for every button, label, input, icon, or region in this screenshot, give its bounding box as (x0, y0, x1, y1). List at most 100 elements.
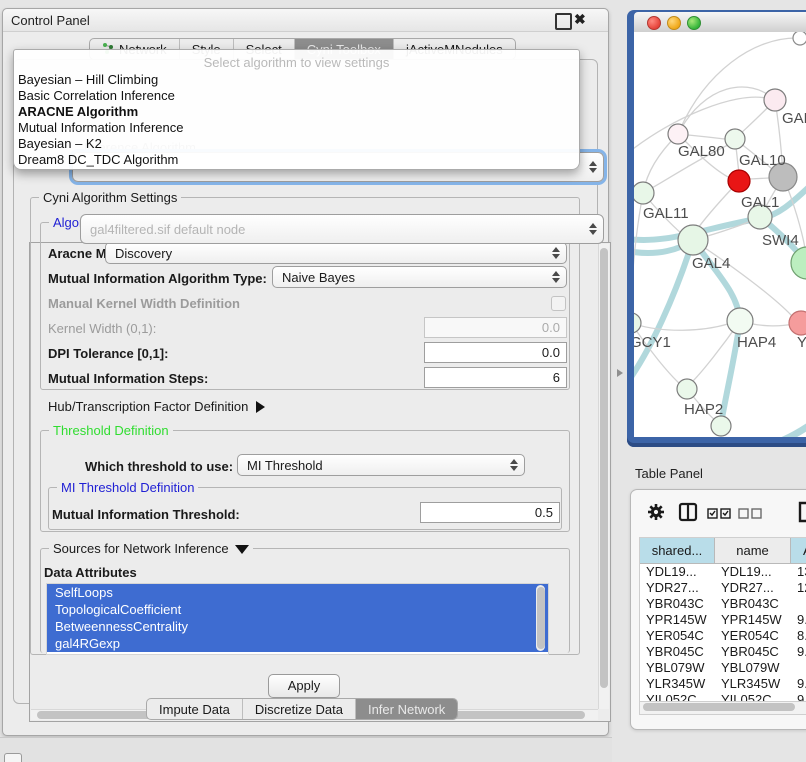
tab-impute-data[interactable]: Impute Data (147, 699, 243, 719)
expanded-arrow-icon (235, 545, 249, 554)
attribute-list-item[interactable]: gal4RGexp (47, 635, 548, 652)
tab-infer-network[interactable]: Infer Network (356, 699, 457, 719)
gear-icon[interactable] (647, 503, 665, 526)
table-cell: YPR145W (640, 612, 715, 628)
mi-threshold-field[interactable]: 0.5 (420, 502, 560, 523)
tab-label: Impute Data (159, 702, 230, 717)
float-window-icon[interactable] (555, 13, 572, 30)
algorithm-option[interactable]: ARACNE Algorithm (14, 104, 579, 120)
dpi-tolerance-label: DPI Tolerance [0,1]: (48, 346, 168, 361)
network-select-combo[interactable]: gal4filtered.sif default node (80, 214, 604, 244)
network-node[interactable] (678, 225, 708, 255)
combo-value: gal4filtered.sif default node (90, 222, 245, 237)
table-header-row: shared... name A (640, 538, 806, 564)
apply-button[interactable]: Apply (268, 674, 340, 698)
sources-toggle[interactable]: Sources for Network Inference (49, 541, 253, 556)
mac-close-icon[interactable] (647, 16, 661, 30)
mi-steps-field[interactable]: 6 (424, 367, 567, 388)
network-node[interactable] (728, 170, 750, 192)
mac-zoom-icon[interactable] (687, 16, 701, 30)
network-window-titlebar[interactable] (634, 12, 806, 33)
network-canvas[interactable]: GALGAL80GAL10GAL1GAL11SWI4GAL4GCY1HAP4YH… (634, 32, 806, 437)
table-horizontal-scrollbar-thumb[interactable] (643, 703, 795, 711)
dpi-tolerance-field[interactable]: 0.0 (424, 342, 567, 363)
algorithm-option[interactable]: Mutual Information Inference (14, 120, 579, 136)
table-cell: YER054C (715, 628, 791, 644)
table-row[interactable]: YER054CYER054C8. (640, 628, 806, 644)
algorithm-option[interactable]: Dream8 DC_TDC Algorithm (14, 152, 579, 168)
column-header-name[interactable]: name (715, 538, 791, 563)
network-node[interactable] (668, 124, 688, 144)
tab-label: Discretize Data (255, 702, 343, 717)
table-row[interactable]: YBR045CYBR045C9. (640, 644, 806, 660)
table-cell: 9. (791, 612, 806, 628)
algorithm-option[interactable]: Bayesian – K2 (14, 136, 579, 152)
table-panel-title: Table Panel (635, 466, 703, 481)
node-label: GAL80 (678, 143, 725, 160)
network-node[interactable] (725, 129, 745, 149)
collapsed-arrow-icon (256, 401, 265, 413)
data-attributes-list[interactable]: SelfLoopsTopologicalCoefficientBetweenne… (46, 583, 549, 655)
which-threshold-combo[interactable]: MI Threshold (237, 454, 525, 476)
table-row[interactable]: YPR145WYPR145W9. (640, 612, 806, 628)
node-label: GAL11 (643, 205, 689, 222)
table-row[interactable]: YBR043CYBR043C (640, 596, 806, 612)
hub-definition-toggle[interactable]: Hub/Transcription Factor Definition (48, 399, 265, 414)
node-table: shared... name A YDL19...YDL19...13YDR27… (639, 537, 806, 702)
combo-arrows-icon (589, 223, 596, 235)
table-row[interactable]: YLR345WYLR345W9. (640, 676, 806, 692)
node-label: GAL (782, 110, 806, 127)
network-node[interactable] (727, 308, 753, 334)
combo-arrows-icon (589, 161, 596, 173)
network-node[interactable] (764, 89, 786, 111)
aracne-mode-combo[interactable]: Discovery (105, 242, 567, 264)
vertical-scrollbar-thumb[interactable] (600, 248, 608, 688)
network-node[interactable] (677, 379, 697, 399)
table-cell: YBL079W (640, 660, 715, 676)
table-row[interactable]: YDL19...YDL19...13 (640, 564, 806, 580)
popup-list: Bayesian – Hill ClimbingBasic Correlatio… (14, 72, 579, 168)
vertical-scrollbar[interactable] (598, 244, 609, 709)
algorithm-option[interactable]: Bayesian – Hill Climbing (14, 72, 579, 88)
deselect-all-checkboxes-icon[interactable] (738, 506, 762, 524)
manual-kernel-checkbox[interactable] (551, 296, 566, 311)
column-header-shared[interactable]: shared... (640, 538, 715, 563)
dock-strip (0, 737, 612, 762)
network-node[interactable] (634, 313, 641, 333)
new-table-icon[interactable] (798, 501, 806, 528)
combo-value: MI Threshold (247, 458, 323, 473)
list-scrollbar-thumb[interactable] (537, 587, 545, 649)
mi-type-combo[interactable]: Naive Bayes (272, 266, 567, 288)
table-body: YDL19...YDL19...13YDR27...YDR27...12YBR0… (640, 564, 806, 702)
kernel-width-field[interactable]: 0.0 (424, 317, 567, 338)
screen: Control Panel ✖ Network Style Select Cyn… (0, 0, 806, 762)
node-label: GAL10 (739, 152, 786, 169)
splitter-handle-icon[interactable] (617, 369, 623, 377)
column-header-partial[interactable]: A (791, 538, 806, 563)
split-columns-icon[interactable] (678, 502, 698, 527)
network-node[interactable] (791, 247, 806, 279)
close-icon[interactable]: ✖ (574, 13, 587, 26)
attribute-list-item[interactable]: BetweennessCentrality (47, 618, 548, 635)
group-title: Threshold Definition (49, 423, 173, 438)
minimized-panel-chip[interactable] (4, 753, 22, 762)
table-cell: 9. (791, 676, 806, 692)
data-attributes-label: Data Attributes (44, 565, 137, 580)
node-label: GAL1 (741, 194, 779, 211)
algorithm-option[interactable]: Basic Correlation Inference (14, 88, 579, 104)
mac-minimize-icon[interactable] (667, 16, 681, 30)
select-all-checkboxes-icon[interactable] (707, 506, 731, 524)
network-node[interactable] (793, 32, 806, 45)
table-row[interactable]: YDR27...YDR27...12 (640, 580, 806, 596)
control-panel-titlebar[interactable]: Control Panel ✖ (3, 9, 608, 32)
node-label: Y (797, 334, 806, 351)
table-cell: YBR045C (640, 644, 715, 660)
network-node[interactable] (711, 416, 731, 436)
tab-discretize-data[interactable]: Discretize Data (243, 699, 356, 719)
attribute-list-item[interactable]: TopologicalCoefficient (47, 601, 548, 618)
table-cell: 8. (791, 628, 806, 644)
attribute-list-item[interactable]: SelfLoops (47, 584, 548, 601)
network-node[interactable] (634, 182, 654, 204)
table-row[interactable]: YBL079WYBL079W (640, 660, 806, 676)
combo-arrows-icon (552, 271, 559, 283)
